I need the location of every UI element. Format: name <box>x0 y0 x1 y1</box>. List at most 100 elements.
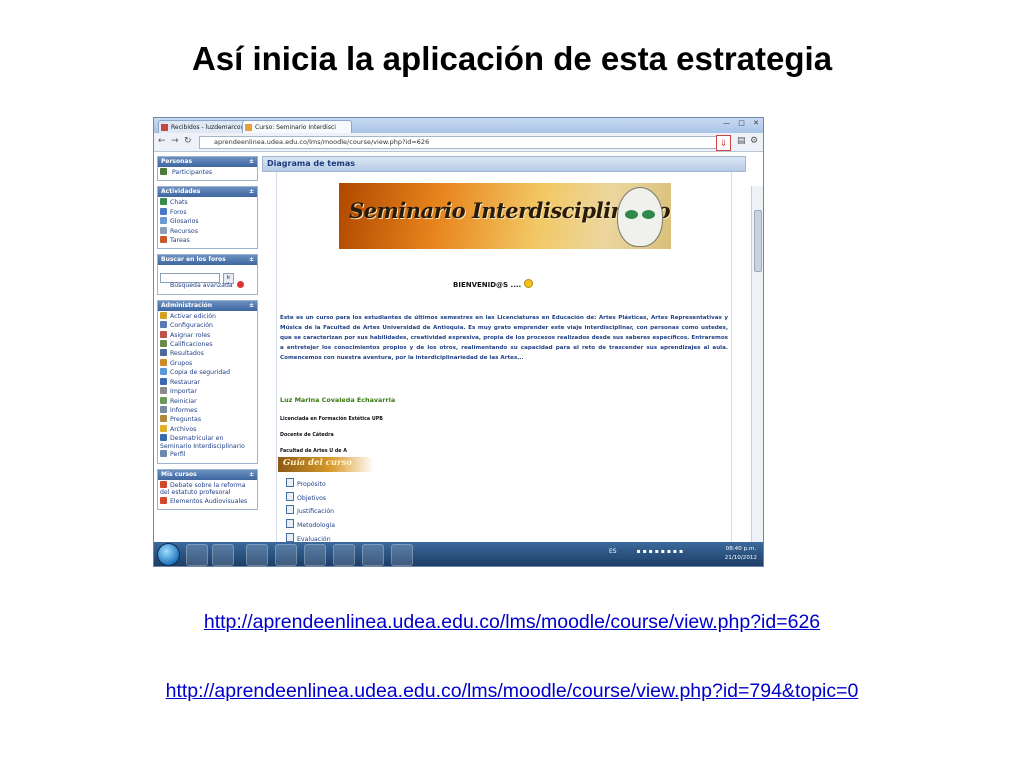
page-viewport: Personas ± Participantes Actividades ± Cha… <box>154 152 763 542</box>
item-icon <box>160 217 167 225</box>
file-explorer-icon[interactable] <box>246 544 268 566</box>
collapse-icon[interactable]: ± <box>249 157 254 167</box>
chrome-icon[interactable] <box>304 544 326 566</box>
collapse-icon[interactable]: ± <box>249 255 254 265</box>
author-credential: Licenciada en Formación Estética UPB <box>280 417 383 422</box>
sidebar-item-label: Desmatricular en Seminario Interdiscipli… <box>160 435 245 450</box>
tab-course[interactable]: Curso: Seminario Interdisci <box>242 120 352 134</box>
block-mis-cursos: Mis cursos ± Debate sobre la reforma del … <box>157 468 258 510</box>
sidebar-item[interactable]: Importar <box>160 387 255 396</box>
author-credential: Facultad de Artes U de A <box>280 449 347 454</box>
block-actividades: Actividades ± Chats Foros Glosarios Recursos… <box>157 186 258 250</box>
sidebar-item-participantes[interactable]: Participantes <box>160 168 255 177</box>
reload-icon[interactable]: ↻ <box>184 136 192 146</box>
document-icon <box>286 478 294 487</box>
sidebar-item-label: Perfil <box>170 451 186 459</box>
item-icon <box>160 434 167 442</box>
sidebar-item[interactable]: Resultados <box>160 349 255 358</box>
system-tray: ES ▪▪▪▪▪▪▪▪ <box>609 548 685 555</box>
course-link-794[interactable]: http://aprendeenlinea.udea.edu.co/lms/mo… <box>0 680 1024 703</box>
sidebar-item[interactable]: Copia de seguridad <box>160 368 255 377</box>
scroll-thumb[interactable] <box>754 210 762 272</box>
document-icon <box>286 505 294 515</box>
sidebar-item[interactable]: Elementos Audiovisuales <box>160 496 255 506</box>
guide-item-label: Justificación <box>297 508 335 516</box>
sidebar-item[interactable]: Activar edición <box>160 311 255 321</box>
minimize-icon[interactable]: — <box>723 119 730 127</box>
clock[interactable]: 08:40 p.m. 21/10/2012 <box>725 545 757 563</box>
word-icon[interactable] <box>333 544 355 566</box>
sidebar-item[interactable]: Configuración <box>160 321 255 330</box>
sidebar-item[interactable]: Informes <box>160 405 255 415</box>
language-indicator[interactable]: ES <box>609 548 617 555</box>
item-icon <box>160 450 167 458</box>
vertical-scrollbar[interactable] <box>751 186 763 542</box>
media-player-icon[interactable] <box>212 544 234 566</box>
sidebar-item[interactable]: Desmatricular en Seminario Interdiscipli… <box>160 434 255 450</box>
sidebar-item-label: Tareas <box>170 237 190 245</box>
sidebar-item[interactable]: Preguntas <box>160 415 255 424</box>
tab-label: Recibidos - luzdemarco@g <box>171 124 251 131</box>
forward-icon[interactable]: → <box>171 136 179 146</box>
guide-item-label: Objetivos <box>297 494 327 502</box>
close-icon[interactable]: ✕ <box>753 119 759 127</box>
guide-item[interactable]: Objetivos <box>286 491 335 506</box>
sidebar-item-label: Importar <box>170 388 197 396</box>
screen-capture-icon[interactable] <box>391 544 413 566</box>
block-title: Administración ± <box>158 300 257 311</box>
item-icon <box>160 424 167 432</box>
gmail-icon <box>161 124 168 131</box>
author-name: Luz Marina Covaleda Echavarria <box>280 396 396 404</box>
download-helper-icon[interactable]: ⇓ <box>716 135 731 151</box>
back-icon[interactable]: ← <box>158 136 166 146</box>
users-icon <box>160 168 167 175</box>
maximize-icon[interactable]: □ <box>738 119 745 127</box>
sidebar-item[interactable]: Restaurar <box>160 377 255 387</box>
sidebar-item[interactable]: Tareas <box>160 236 255 245</box>
collapse-icon[interactable]: ± <box>249 301 254 311</box>
sidebar-item[interactable]: Debate sobre la reforma del estatuto pro… <box>160 480 255 497</box>
page-menu-icon[interactable]: ▤ <box>737 136 746 146</box>
help-icon[interactable] <box>236 281 244 289</box>
sidebar-item-label: Restaurar <box>170 378 201 386</box>
item-icon <box>160 396 167 404</box>
address-bar[interactable]: aprendeenlinea.udea.edu.co/lms/moodle/co… <box>199 136 720 149</box>
sidebar-item[interactable]: Calificaciones <box>160 340 255 349</box>
guide-item[interactable]: Justificación <box>286 505 335 519</box>
powerpoint-icon[interactable] <box>275 544 297 566</box>
sidebar-item[interactable]: Chats <box>160 198 255 207</box>
skype-icon[interactable] <box>362 544 384 566</box>
sidebar-item[interactable]: Asignar roles <box>160 330 255 340</box>
document-icon <box>286 532 294 542</box>
item-icon <box>160 207 167 215</box>
sidebar-item[interactable]: Foros <box>160 207 255 217</box>
browser-toolbar: ← → ↻ aprendeenlinea.udea.edu.co/lms/moo… <box>154 133 763 152</box>
course-content: Diagrama de temas Seminario Interdiscipl… <box>262 156 746 542</box>
block-title: Mis cursos ± <box>158 469 257 480</box>
sidebar-item[interactable]: Recursos <box>160 226 255 236</box>
sidebar-item[interactable]: Reiniciar <box>160 396 255 406</box>
collapse-icon[interactable]: ± <box>249 187 254 197</box>
sidebar-item[interactable]: Archivos <box>160 424 255 434</box>
guide-item[interactable]: Evaluación <box>286 532 335 542</box>
guide-item[interactable]: Propósito <box>286 478 335 492</box>
collapse-icon[interactable]: ± <box>249 470 254 480</box>
item-icon <box>160 387 167 395</box>
item-icon <box>160 330 167 338</box>
sidebar-item-label: Preguntas <box>170 416 202 424</box>
wrench-icon[interactable]: ⚙ <box>750 136 758 146</box>
sidebar-item[interactable]: Glosarios <box>160 217 255 226</box>
sidebar-item[interactable]: Perfil <box>160 450 255 459</box>
start-button[interactable] <box>157 543 180 566</box>
tray-icons[interactable]: ▪▪▪▪▪▪▪▪ <box>637 548 686 555</box>
course-banner: Seminario Interdisciplinario <box>339 183 671 249</box>
sidebar-item-label: Informes <box>170 406 198 414</box>
guide-item[interactable]: Metodología <box>286 519 335 533</box>
browser-screenshot: Recibidos - luzdemarco@g Curso: Seminari… <box>153 117 764 567</box>
course-link-626[interactable]: http://aprendeenlinea.udea.edu.co/lms/mo… <box>0 611 1024 634</box>
tab-gmail[interactable]: Recibidos - luzdemarco@g <box>158 120 252 134</box>
sidebar-item[interactable]: Grupos <box>160 358 255 368</box>
ie-icon[interactable] <box>186 544 208 566</box>
guide-item-label: Metodología <box>297 522 336 530</box>
advanced-search-link[interactable]: Búsqueda avanzada <box>160 281 255 290</box>
